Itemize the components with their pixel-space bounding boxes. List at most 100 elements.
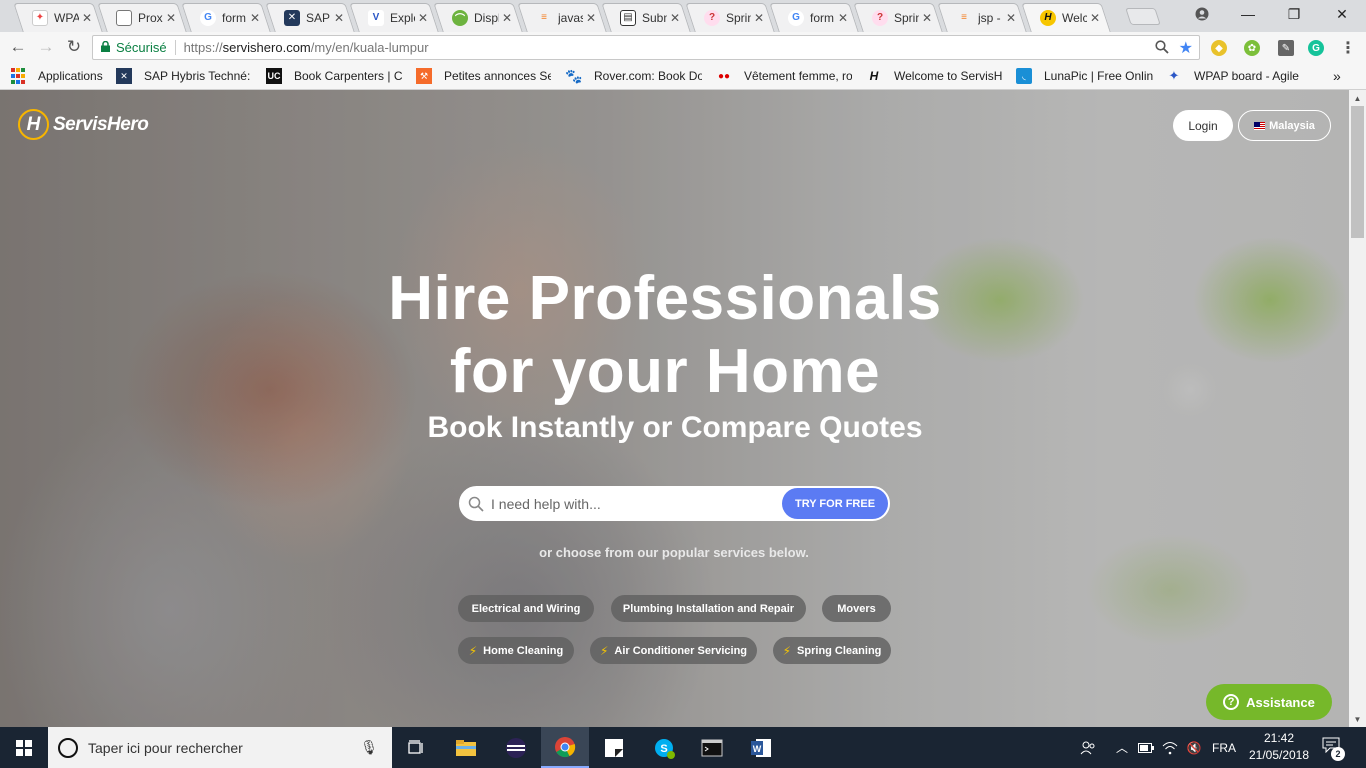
bookmark-item[interactable]: ⚒ Petites annonces Ser: [416, 68, 551, 84]
show-hidden-icons-icon[interactable]: ︿: [1114, 727, 1130, 768]
scroll-down-arrow-icon[interactable]: ▼: [1349, 711, 1366, 727]
language-indicator[interactable]: FRA: [1210, 727, 1238, 768]
bookmark-item[interactable]: UC Book Carpenters | Ca: [266, 68, 403, 84]
wifi-icon[interactable]: [1162, 727, 1178, 768]
url-text[interactable]: https://servishero.com/my/en/kuala-lumpu…: [184, 40, 429, 55]
eclipse-icon[interactable]: [492, 727, 540, 768]
close-icon[interactable]: ✕: [1090, 11, 1100, 25]
dropper-extension-icon[interactable]: ✎: [1278, 40, 1294, 56]
hero-background-image: [0, 90, 1349, 727]
close-icon[interactable]: ✕: [586, 11, 596, 25]
minimize-button[interactable]: —: [1226, 0, 1270, 28]
close-icon[interactable]: ✕: [418, 11, 428, 25]
bird-extension-icon[interactable]: ✿: [1244, 40, 1260, 56]
bookmark-item[interactable]: Applications: [10, 68, 110, 84]
assistance-button[interactable]: ? Assistance: [1206, 684, 1332, 720]
bookmark-item[interactable]: ◟ LunaPic | Free Online: [1016, 68, 1153, 84]
service-chip-air-conditioner[interactable]: ⚡ Air Conditioner Servicing: [590, 637, 757, 664]
bookmarks-overflow-button[interactable]: »: [1333, 68, 1349, 84]
browser-tab[interactable]: V Explo ✕: [350, 3, 434, 32]
menu-icon[interactable]: ⋮: [1340, 40, 1356, 57]
service-chip-electrical[interactable]: Electrical and Wiring: [458, 595, 594, 622]
profile-icon[interactable]: [1180, 0, 1224, 28]
close-icon[interactable]: ✕: [166, 11, 176, 25]
close-icon[interactable]: ✕: [502, 11, 512, 25]
start-button[interactable]: [0, 727, 48, 768]
browser-tab[interactable]: ? Sprin ✕: [686, 3, 770, 32]
chip-label: Movers: [837, 602, 876, 615]
service-chip-spring-cleaning[interactable]: ⚡ Spring Cleaning: [773, 637, 891, 664]
browser-tab[interactable]: ? Sprin ✕: [854, 3, 938, 32]
people-icon[interactable]: [1078, 727, 1098, 768]
service-chip-home-cleaning[interactable]: ⚡ Home Cleaning: [458, 637, 574, 664]
close-icon[interactable]: ✕: [922, 11, 932, 25]
bookmark-star-icon[interactable]: ★: [1179, 38, 1193, 58]
task-view-icon[interactable]: [393, 727, 441, 768]
microphone-icon[interactable]: 🎙: [360, 739, 378, 756]
close-icon[interactable]: ✕: [1006, 11, 1016, 25]
maximize-button[interactable]: ❐: [1272, 0, 1316, 28]
explore-icon: V: [368, 9, 384, 26]
battery-icon[interactable]: [1138, 727, 1154, 768]
sap-icon: ✕: [284, 9, 300, 26]
page-scrollbar[interactable]: ▲ ▼: [1349, 90, 1366, 727]
reload-button[interactable]: ↻: [64, 37, 84, 57]
browser-tab-active[interactable]: H Welc ✕: [1022, 3, 1106, 32]
wpap-icon: ✦: [1168, 68, 1180, 83]
tab-title: Welc: [1062, 10, 1087, 25]
browser-tab[interactable]: ≡ jsp - ✕: [938, 3, 1022, 32]
browser-tab[interactable]: G form ✕: [182, 3, 266, 32]
new-tab-button[interactable]: [1125, 8, 1161, 25]
bookmark-item[interactable]: 🐾 Rover.com: Book Do: [566, 68, 702, 84]
browser-tab[interactable]: G form ✕: [770, 3, 854, 32]
scroll-up-arrow-icon[interactable]: ▲: [1349, 90, 1366, 106]
close-icon[interactable]: ✕: [754, 11, 764, 25]
service-search-input[interactable]: [491, 488, 782, 519]
close-icon[interactable]: ✕: [670, 11, 680, 25]
word-icon[interactable]: W: [737, 727, 785, 768]
extension-icon[interactable]: ◆: [1211, 40, 1227, 56]
try-for-free-button[interactable]: TRY FOR FREE: [782, 488, 888, 519]
taskbar-search[interactable]: Taper ici pour rechercher 🎙: [48, 727, 392, 768]
close-icon[interactable]: ✕: [82, 11, 92, 25]
zoom-icon[interactable]: [1155, 40, 1169, 57]
close-icon[interactable]: ✕: [838, 11, 848, 25]
forward-button[interactable]: →: [36, 37, 56, 57]
address-bar[interactable]: Sécurisé https://servishero.com/my/en/ku…: [92, 35, 1200, 60]
document-icon: [116, 9, 132, 26]
url-domain: servishero.com: [222, 40, 311, 55]
chrome-icon[interactable]: [541, 727, 589, 768]
browser-tab[interactable]: ≡ javas ✕: [518, 3, 602, 32]
browser-tab[interactable]: Proxi ✕: [98, 3, 182, 32]
browser-tab[interactable]: ⌒ Displ ✕: [434, 3, 518, 32]
grammarly-icon[interactable]: G: [1308, 40, 1324, 56]
bookmark-item[interactable]: ✦ WPAP board - Agile: [1166, 68, 1302, 84]
sticky-notes-icon[interactable]: [590, 727, 638, 768]
service-chip-movers[interactable]: Movers: [822, 595, 891, 622]
skype-icon[interactable]: S: [640, 727, 688, 768]
close-icon[interactable]: ✕: [334, 11, 344, 25]
clock[interactable]: 21:42 21/05/2018: [1246, 730, 1312, 764]
stackoverflow-icon: ≡: [541, 12, 547, 23]
bookmark-item[interactable]: ✕ SAP Hybris Techné: Y: [116, 68, 252, 84]
login-button[interactable]: Login: [1173, 110, 1233, 141]
bookmark-item[interactable]: ●● Vêtement femme, ro: [716, 68, 852, 84]
country-selector[interactable]: Malaysia: [1238, 110, 1331, 141]
help-icon: ?: [1223, 694, 1240, 710]
bookmark-item[interactable]: H Welcome to ServisHe: [866, 68, 1003, 84]
browser-tab[interactable]: ✕ SAP H ✕: [266, 3, 350, 32]
scrollbar-thumb[interactable]: [1351, 106, 1364, 238]
service-chip-plumbing[interactable]: Plumbing Installation and Repair: [611, 595, 806, 622]
lunapic-icon: ◟: [1016, 68, 1032, 84]
back-button[interactable]: ←: [8, 37, 28, 57]
close-window-button[interactable]: ✕: [1320, 0, 1364, 28]
browser-tab[interactable]: ✦ WPAP ✕: [14, 3, 98, 32]
volume-muted-icon[interactable]: 🔇: [1186, 727, 1202, 768]
close-icon[interactable]: ✕: [250, 11, 260, 25]
browser-tab[interactable]: ▤ Subm ✕: [602, 3, 686, 32]
file-explorer-icon[interactable]: [442, 727, 490, 768]
popular-services-hint: or choose from our popular services belo…: [539, 545, 809, 560]
servishero-logo[interactable]: H ServisHero: [18, 109, 149, 140]
hero-subheadline: Book Instantly or Compare Quotes: [427, 411, 923, 444]
terminal-icon[interactable]: [688, 727, 736, 768]
